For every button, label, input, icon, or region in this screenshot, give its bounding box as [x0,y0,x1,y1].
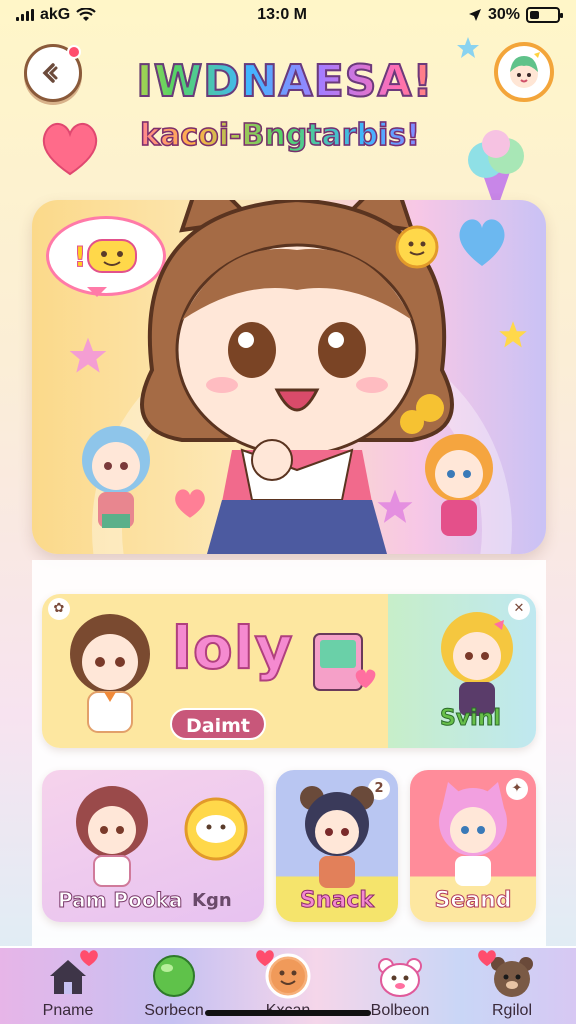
heart-badge-icon [478,950,496,967]
featured-card[interactable]: ✿ ✕ loly Svinl [42,594,536,748]
game-device-icon [313,633,376,691]
card-label-primary: Pam Pooka [57,888,183,913]
card-label: Snack [299,888,375,914]
heart-icon [459,219,505,266]
nav-label: Rgilol [491,1002,532,1019]
nav-label: Sorbecn [144,1002,204,1019]
sun-face-icon [395,225,439,269]
blonde-hair-chibi [441,612,513,716]
card-label: Seand [434,888,512,914]
flower-face-icon [184,797,248,861]
nav-item-home[interactable]: Pname [18,950,118,1024]
heart-icon [42,123,98,176]
featured-right-label: Svinl [440,706,502,732]
hero-banner[interactable]: ! [32,200,546,554]
notification-dot [67,45,81,59]
status-left: akG [16,6,97,24]
orange-hair-chibi [425,434,493,536]
wifi-icon [76,8,97,21]
card-snack[interactable]: 2 Snack [276,770,398,922]
heart-badge-icon [80,950,98,967]
page-subtitle: kacoi-Bngtarbis! [110,117,450,154]
card-pam-pooka[interactable]: Pam Pooka Kgn [42,770,264,922]
battery-percent: 30% [487,6,520,23]
star-icon [499,321,527,348]
home-indicator[interactable] [205,1010,371,1016]
page-title: IWDNAESA! [100,55,470,108]
card-seand[interactable]: ✦ Seand [410,770,536,922]
battery-fill [529,11,539,19]
featured-left-pill[interactable]: Daimt [170,708,266,740]
bunny-face-icon [376,952,424,1000]
pink-cat-chibi [439,782,507,886]
status-right: 30% [468,6,563,24]
home-icon [44,950,98,1000]
back-button[interactable] [24,44,82,102]
bear-face-icon [478,950,536,1000]
card-label-secondary: Kgn [192,890,232,911]
smiley-face-icon [256,950,312,1000]
speech-bubble-text: ! [73,239,87,273]
star-icon [69,337,107,373]
battery-icon [525,7,563,23]
chibi-avatar-icon [510,52,540,88]
star-icon [457,37,479,58]
profile-avatar-button[interactable] [494,42,554,102]
brown-hair-boy-chibi [70,614,150,733]
clock: 13:0 M [257,6,307,23]
back-arrow-icon [42,63,58,83]
nav-label: Bolbeon [370,1002,430,1019]
nav-label: Pname [42,1002,94,1019]
pink-girl-chibi [76,786,148,887]
heart-badge-icon [256,950,274,967]
bear-ear-chibi [300,786,374,888]
signal-icon [16,9,34,21]
heart-icon [175,489,205,518]
blue-hair-chibi [82,426,150,528]
status-bar: akG 13:0 M 30% [0,0,576,30]
star-icon [377,489,413,523]
green-ball-icon [150,952,198,1000]
location-arrow-icon [468,9,481,21]
nav-item-profile[interactable]: Rgilol [462,950,562,1024]
carrier-label: akG [40,6,71,23]
featured-logo: loly [171,613,294,683]
